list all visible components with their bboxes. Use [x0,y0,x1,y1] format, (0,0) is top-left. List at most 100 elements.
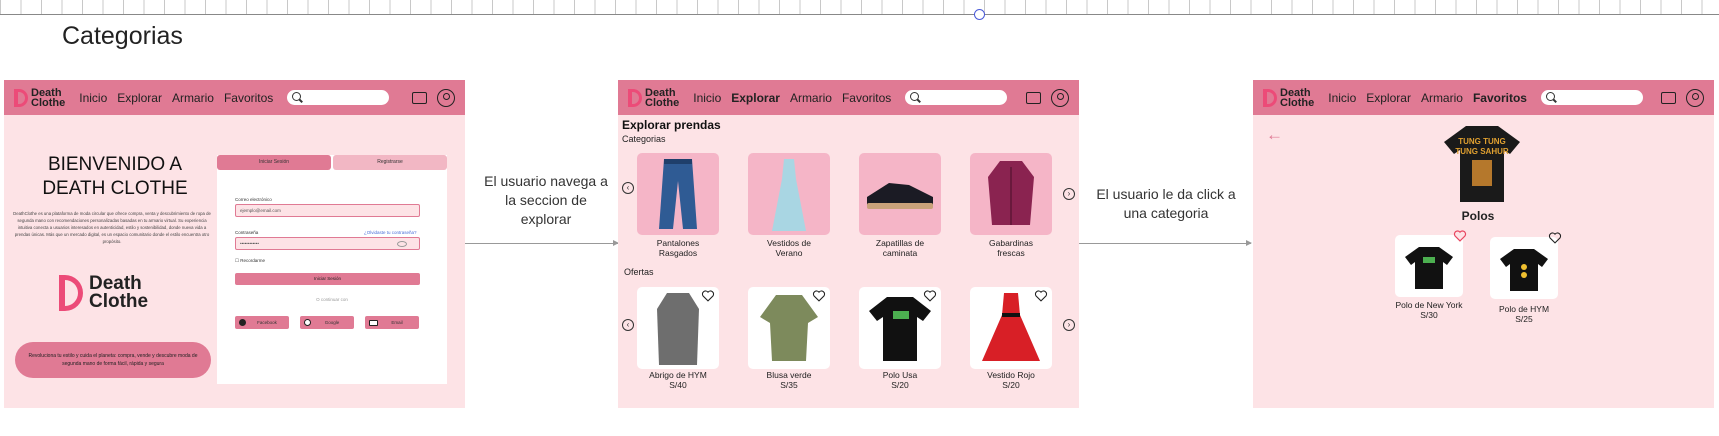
chat-icon[interactable] [1026,91,1041,104]
chevron-right-icon[interactable]: › [1063,188,1075,200]
product-label: Polo de HYM S/25 [1498,304,1550,324]
password-label: Contraseña [235,230,259,235]
offer-card[interactable] [748,287,830,369]
user-icon[interactable] [1686,88,1704,107]
google-button[interactable]: Google [300,316,354,329]
nav-inicio[interactable]: Inicio [79,91,107,105]
login-button[interactable]: Iniciar Sesión [235,273,420,285]
heart-icon[interactable] [701,290,715,302]
user-icon[interactable] [437,88,455,107]
heart-icon[interactable] [923,290,937,302]
category-label: Vestidos de Verano [767,238,811,258]
forgot-password-link[interactable]: ¿Olvidaste tu contraseña? [364,230,417,235]
flow-label-2: El usuario le da click a una categoria [1096,186,1236,221]
chevron-left-icon[interactable]: ‹ [622,319,634,331]
chat-icon[interactable] [1661,91,1676,104]
logo[interactable]: Death Clothe [14,87,66,109]
logo-mark-icon [628,88,642,107]
hero-print-line1: TUNG TUNG [1458,137,1506,146]
offer-label: Vestido Rojo S/20 [987,370,1035,390]
nav-inicio[interactable]: Inicio [1328,91,1356,105]
nav-explorar[interactable]: Explorar [117,91,162,105]
explore-title: Explorar prendas [622,118,721,132]
back-arrow-icon[interactable]: ← [1266,125,1283,145]
sneaker-icon [867,183,933,209]
logo-line2: Clothe [89,291,149,312]
welcome-description: DeathClothe es una plataforma de moda ci… [13,211,211,244]
nav-armario[interactable]: Armario [1421,91,1463,105]
tab-login[interactable]: Iniciar Sesión [217,155,331,170]
dress-icon [772,159,806,231]
password-field[interactable]: •••••••••••• [235,237,420,250]
nav-armario[interactable]: Armario [172,91,214,105]
logo-line1: Death [1280,86,1311,99]
chat-icon[interactable] [412,91,427,104]
offer-label: Blusa verde S/35 [766,370,812,390]
eye-icon[interactable] [397,241,407,247]
welcome-title: BIENVENIDO A DEATH CLOTHE [42,154,188,199]
category-title: Polos [1461,209,1495,223]
heart-icon[interactable] [812,290,826,302]
nav-explorar[interactable]: Explorar [731,91,780,105]
user-icon[interactable] [1051,88,1069,107]
nav-favoritos[interactable]: Favoritos [224,91,273,105]
chevron-left-icon[interactable]: ‹ [622,182,634,194]
navbar: Death Clothe Inicio Explorar Armario Favo… [618,80,1079,115]
product-label: Polo de New York S/30 [1395,300,1463,320]
category-hero-tshirt: TUNG TUNG TUNG SAHUR [1444,126,1520,202]
category-card-coats[interactable] [970,153,1052,235]
search-input[interactable] [1540,90,1643,105]
logo-line2: Clothe [1280,96,1315,109]
logo[interactable]: Death Clothe [628,86,679,108]
facebook-icon [239,319,246,326]
nav-favoritos[interactable]: Favoritos [842,91,891,105]
nav-favoritos[interactable]: Favoritos [1473,91,1527,105]
category-card-jeans[interactable] [637,153,719,235]
remember-checkbox[interactable]: ☐ Recordarme [235,258,265,264]
search-input[interactable] [905,90,1008,105]
facebook-button[interactable]: Facebook [235,316,289,329]
google-icon [304,319,311,326]
offer-card[interactable] [970,287,1052,369]
nav-explorar[interactable]: Explorar [1366,91,1411,105]
logo-line2: Clothe [31,96,66,109]
cta-banner: Revoluciona tu estilo y cuida el planeta… [15,342,211,378]
email-label: Correo electrónico [235,197,272,202]
search-input[interactable] [287,90,390,105]
heart-icon[interactable] [1034,290,1048,302]
logo-line1: Death [645,86,676,99]
tshirt-icon [1405,247,1453,289]
product-card[interactable] [1395,230,1467,297]
hero-print-line2: TUNG SAHUR [1455,147,1509,156]
heart-filled-icon[interactable] [1453,230,1467,242]
category-card-dresses[interactable] [748,153,830,235]
heart-icon[interactable] [1548,232,1562,244]
offer-card[interactable] [859,287,941,369]
offer-card[interactable] [637,287,719,369]
product-card[interactable] [1490,232,1562,299]
email-field[interactable]: ejemplo@email.com [235,204,420,217]
category-label: Gabardinas frescas [989,238,1033,258]
frame-category: Death Clothe Inicio Explorar Armario Favo… [1253,80,1714,408]
chevron-right-icon[interactable]: › [1063,319,1075,331]
category-card-sneakers[interactable] [859,153,941,235]
email-label-btn: Email [391,320,403,325]
navbar: Death Clothe Inicio Explorar Armario Favo… [1253,80,1714,115]
brand-logo-large: Death Clothe [59,274,149,312]
logo-mark-icon [14,88,28,107]
email-button[interactable]: Email [365,316,419,329]
jeans-icon [659,159,697,229]
search-icon [292,92,302,101]
logo-mark-icon [59,275,83,311]
nav-armario[interactable]: Armario [790,91,832,105]
canvas-ruler [0,0,1719,15]
category-label: Pantalones Rasgados [656,238,700,258]
logo[interactable]: Death Clothe [1263,86,1315,109]
nav-inicio[interactable]: Inicio [693,91,721,105]
tab-register[interactable]: Registrarse [333,155,447,170]
ruler-handle[interactable] [974,9,985,20]
mail-icon [369,320,378,326]
frame-home: Death Clothe Inicio Explorar Armario Favo… [4,80,465,408]
navbar: Death Clothe Inicio Explorar Armario Favo… [4,80,465,115]
page-title: Categorias [62,22,183,50]
